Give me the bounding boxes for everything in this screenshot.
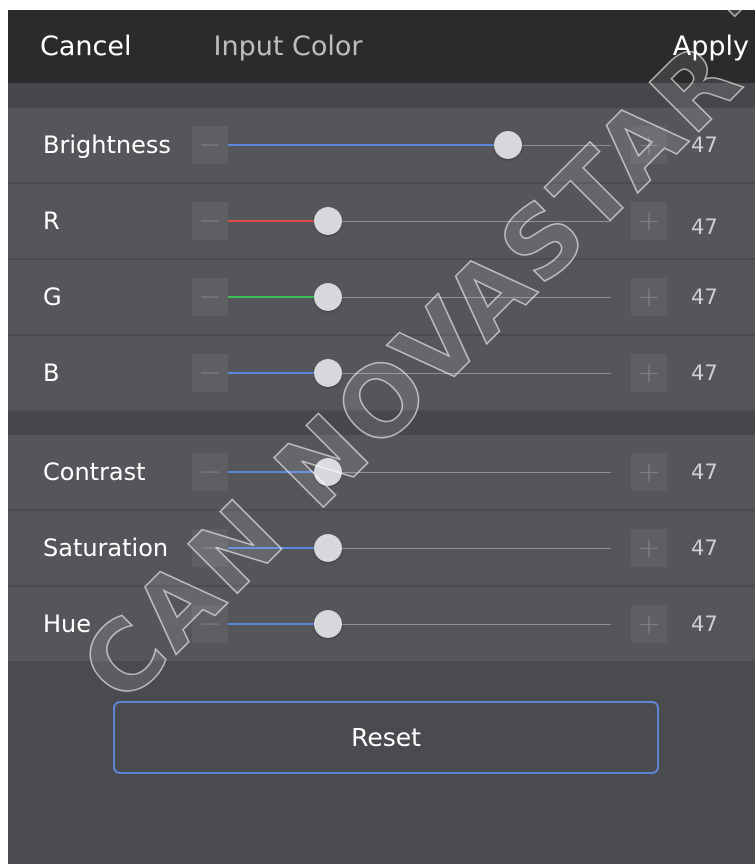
apply-button[interactable]: Apply — [673, 30, 749, 64]
decrement-button[interactable]: − — [192, 529, 228, 567]
increment-button[interactable]: + — [631, 354, 667, 392]
page-title: Input Color — [213, 31, 363, 62]
slider-fill — [228, 623, 328, 625]
slider-row-brightness: Brightness − + 47 — [8, 108, 755, 183]
increment-button[interactable]: + — [631, 529, 667, 567]
slider-thumb[interactable] — [313, 610, 342, 638]
slider-label: Saturation — [43, 534, 169, 562]
slider-label: Contrast — [43, 458, 146, 486]
slider-label: Brightness — [43, 131, 171, 159]
increment-button[interactable]: + — [631, 605, 667, 643]
slider-thumb[interactable] — [313, 458, 342, 486]
slider-fill — [228, 372, 328, 374]
slider-value: 47 — [691, 285, 718, 309]
slider-value: 47 — [691, 460, 718, 484]
decrement-button[interactable]: − — [192, 354, 228, 392]
slider-fill — [228, 296, 328, 298]
increment-button[interactable]: + — [631, 278, 667, 316]
slider-value: 47 — [691, 215, 718, 239]
slider-thumb[interactable] — [313, 534, 342, 562]
section-divider — [8, 83, 755, 108]
slider-row-b: B − + 47 — [8, 336, 755, 411]
slider-label: G — [43, 283, 62, 311]
decrement-button[interactable]: − — [192, 605, 228, 643]
slider-fill — [228, 471, 328, 473]
slider-fill — [228, 547, 328, 549]
slider-value: 47 — [691, 361, 718, 385]
slider-thumb[interactable] — [313, 283, 342, 311]
decrement-button[interactable]: − — [192, 278, 228, 316]
slider-row-hue: Hue − + 47 — [8, 587, 755, 662]
reset-button[interactable]: Reset — [113, 701, 659, 774]
slider-value: 47 — [691, 536, 718, 560]
slider-row-g: G − + 47 — [8, 260, 755, 335]
decrement-button[interactable]: − — [192, 202, 228, 240]
slider-thumb[interactable] — [313, 207, 342, 235]
increment-button[interactable]: + — [631, 453, 667, 491]
decrement-button[interactable]: − — [192, 453, 228, 491]
slider-fill — [228, 144, 508, 146]
slider-row-saturation: Saturation − + 47 — [8, 511, 755, 586]
slider-value: 47 — [691, 612, 718, 636]
header-bar: Cancel Input Color Apply — [8, 10, 755, 83]
increment-button[interactable]: + — [631, 126, 667, 164]
increment-button[interactable]: + — [631, 202, 667, 240]
slider-thumb[interactable] — [493, 131, 522, 159]
slider-label: B — [43, 359, 60, 387]
slider-fill — [228, 220, 328, 222]
slider-label: R — [43, 207, 60, 235]
slider-row-contrast: Contrast − + 47 — [8, 435, 755, 510]
slider-label: Hue — [43, 610, 92, 638]
slider-value: 47 — [691, 133, 718, 157]
slider-row-r: R − + 47 — [8, 184, 755, 259]
section-divider — [8, 412, 755, 435]
input-color-panel: Cancel Input Color Apply Brightness − + … — [8, 10, 755, 864]
decrement-button[interactable]: − — [192, 126, 228, 164]
slider-thumb[interactable] — [313, 359, 342, 387]
